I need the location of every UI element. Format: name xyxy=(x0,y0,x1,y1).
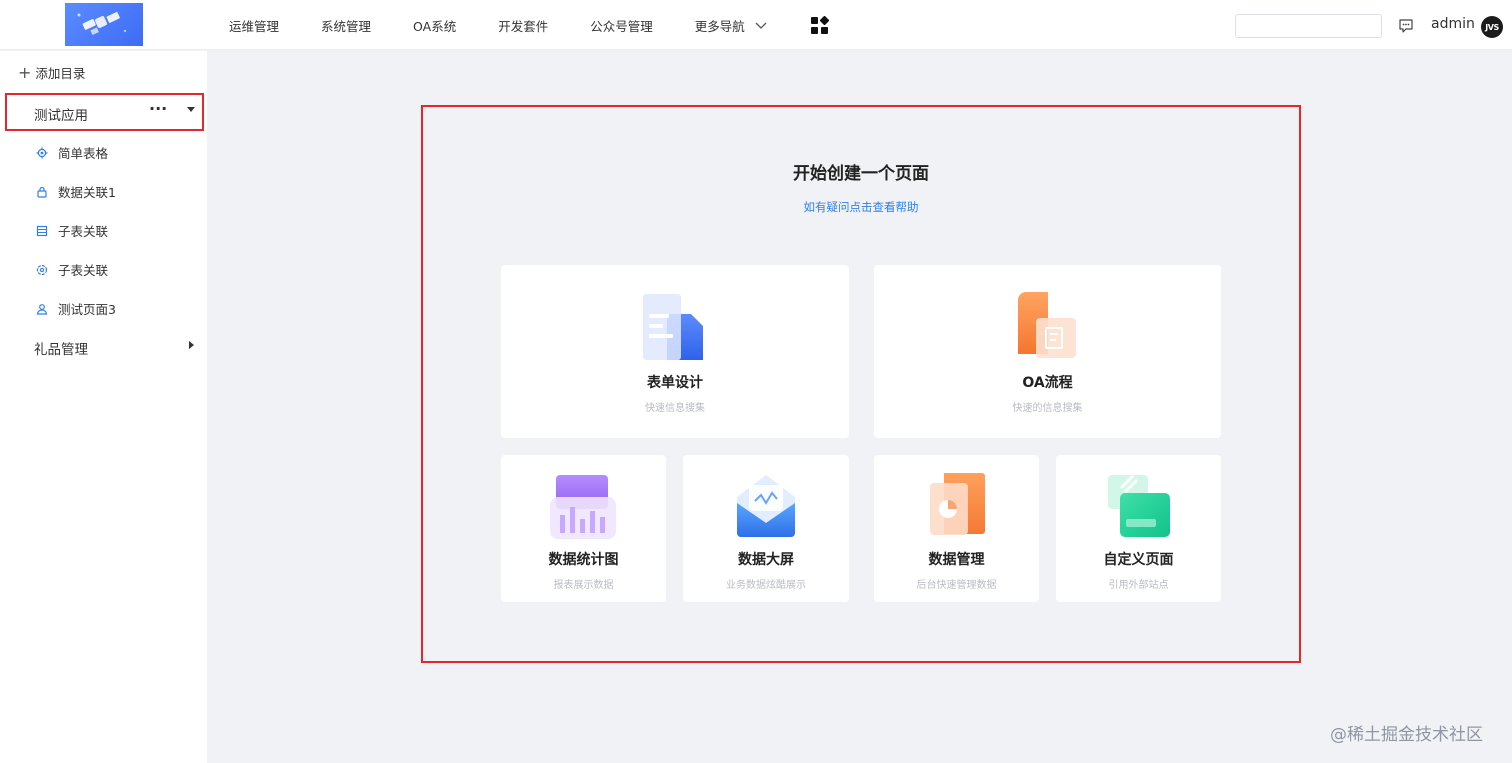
top-nav: 运维管理 系统管理 OA系统 开发套件 公众号管理 更多导航 xyxy=(208,0,788,50)
card-data-chart[interactable]: 数据统计图 报表展示数据 xyxy=(501,455,666,602)
card-desc: 报表展示数据 xyxy=(553,580,614,591)
nav-dev-kit-label: 开发套件 xyxy=(498,18,549,34)
app-logo[interactable] xyxy=(65,3,143,46)
nav-oa-label: OA系统 xyxy=(413,18,457,34)
card-title: 数据统计图 xyxy=(548,552,619,568)
card-title: 自定义页面 xyxy=(1103,552,1174,568)
settings-circle-icon xyxy=(36,264,48,275)
bar-chart-icon xyxy=(550,475,616,539)
nav-ops[interactable]: 运维管理 xyxy=(208,16,300,35)
help-link[interactable]: 如有疑问点击查看帮助 xyxy=(423,199,1299,215)
card-desc: 引用外部站点 xyxy=(1108,580,1169,591)
nav-system-label: 系统管理 xyxy=(321,18,372,34)
nav-more[interactable]: 更多导航 xyxy=(674,16,788,35)
chevron-down-icon xyxy=(755,18,767,33)
create-page-panel: 开始创建一个页面 如有疑问点击查看帮助 表单设计 快速信息搜集 OA流程 快速的… xyxy=(421,105,1301,663)
custom-page-icon xyxy=(1108,475,1170,537)
sidebar-item-label: 数据关联1 xyxy=(58,185,116,200)
sidebar-item-test-page[interactable]: 测试页面3 xyxy=(36,299,116,318)
card-title: 数据大屏 xyxy=(738,552,794,568)
flow-icon xyxy=(1018,292,1076,358)
user-icon xyxy=(36,303,48,315)
sidebar-item-subtable-1[interactable]: 子表关联 xyxy=(36,221,108,240)
card-title: 表单设计 xyxy=(647,375,703,391)
nav-system[interactable]: 系统管理 xyxy=(300,16,392,35)
card-title: OA流程 xyxy=(1022,375,1073,391)
watermark: @稀土掘金技术社区 xyxy=(1330,725,1483,745)
card-oa-flow[interactable]: OA流程 快速的信息搜集 xyxy=(874,265,1221,438)
more-icon[interactable]: ··· xyxy=(149,99,167,118)
envelope-screen-icon xyxy=(737,475,795,537)
nav-oa[interactable]: OA系统 xyxy=(392,16,477,35)
page-title: 开始创建一个页面 xyxy=(793,164,929,184)
satellite-logo-icon xyxy=(77,12,127,35)
sidebar-item-label: 子表关联 xyxy=(58,263,109,278)
card-custom-page[interactable]: 自定义页面 引用外部站点 xyxy=(1056,455,1221,602)
user-name[interactable]: admin xyxy=(1431,16,1475,32)
nav-wechat[interactable]: 公众号管理 xyxy=(569,16,674,35)
sidebar-item-label: 测试页面3 xyxy=(58,302,116,317)
sidebar-item-subtable-2[interactable]: 子表关联 xyxy=(36,260,108,279)
add-directory-label: 添加目录 xyxy=(35,66,86,81)
sidebar-app-label: 测试应用 xyxy=(34,108,88,124)
card-desc: 业务数据炫酷展示 xyxy=(726,580,806,591)
nav-wechat-label: 公众号管理 xyxy=(590,18,653,34)
caret-right-icon[interactable] xyxy=(189,341,194,349)
search-input[interactable] xyxy=(1235,14,1382,38)
sidebar-item-data-link[interactable]: 数据关联1 xyxy=(36,182,116,201)
caret-down-icon[interactable] xyxy=(187,107,195,112)
card-desc: 快速信息搜集 xyxy=(645,403,705,414)
apps-grid-icon[interactable] xyxy=(810,15,830,36)
sidebar-item-label: 简单表格 xyxy=(58,146,109,161)
card-title: 数据管理 xyxy=(928,552,985,568)
sidebar-item-simple-table[interactable]: 简单表格 xyxy=(36,143,108,162)
form-icon xyxy=(643,294,703,360)
sidebar: + 添加目录 测试应用 ··· 简单表格 数据关联1 子表关联 子表关联 测试页… xyxy=(0,51,207,763)
nav-ops-label: 运维管理 xyxy=(229,18,280,34)
sidebar-app-test[interactable]: 测试应用 ··· xyxy=(5,93,204,131)
pie-document-icon xyxy=(930,473,985,535)
gear-icon xyxy=(36,147,48,158)
card-data-screen[interactable]: 数据大屏 业务数据炫酷展示 xyxy=(683,455,849,602)
card-desc: 快速的信息搜集 xyxy=(1012,403,1083,414)
card-data-management[interactable]: 数据管理 后台快速管理数据 xyxy=(874,455,1039,602)
sidebar-item-label: 子表关联 xyxy=(58,224,109,239)
table-icon xyxy=(36,225,48,236)
nav-more-label: 更多导航 xyxy=(694,18,745,34)
top-header: 运维管理 系统管理 OA系统 开发套件 公众号管理 更多导航 admin JVS xyxy=(0,0,1512,50)
add-directory-button[interactable]: + 添加目录 xyxy=(18,63,85,82)
card-desc: 后台快速管理数据 xyxy=(916,580,997,591)
nav-dev-kit[interactable]: 开发套件 xyxy=(477,16,569,35)
message-icon[interactable] xyxy=(1398,18,1414,34)
sidebar-group-gift[interactable]: 礼品管理 xyxy=(34,338,88,358)
plus-icon: + xyxy=(18,62,32,82)
card-form-design[interactable]: 表单设计 快速信息搜集 xyxy=(501,265,849,438)
lock-icon xyxy=(37,186,47,198)
avatar[interactable]: JVS xyxy=(1481,16,1503,38)
